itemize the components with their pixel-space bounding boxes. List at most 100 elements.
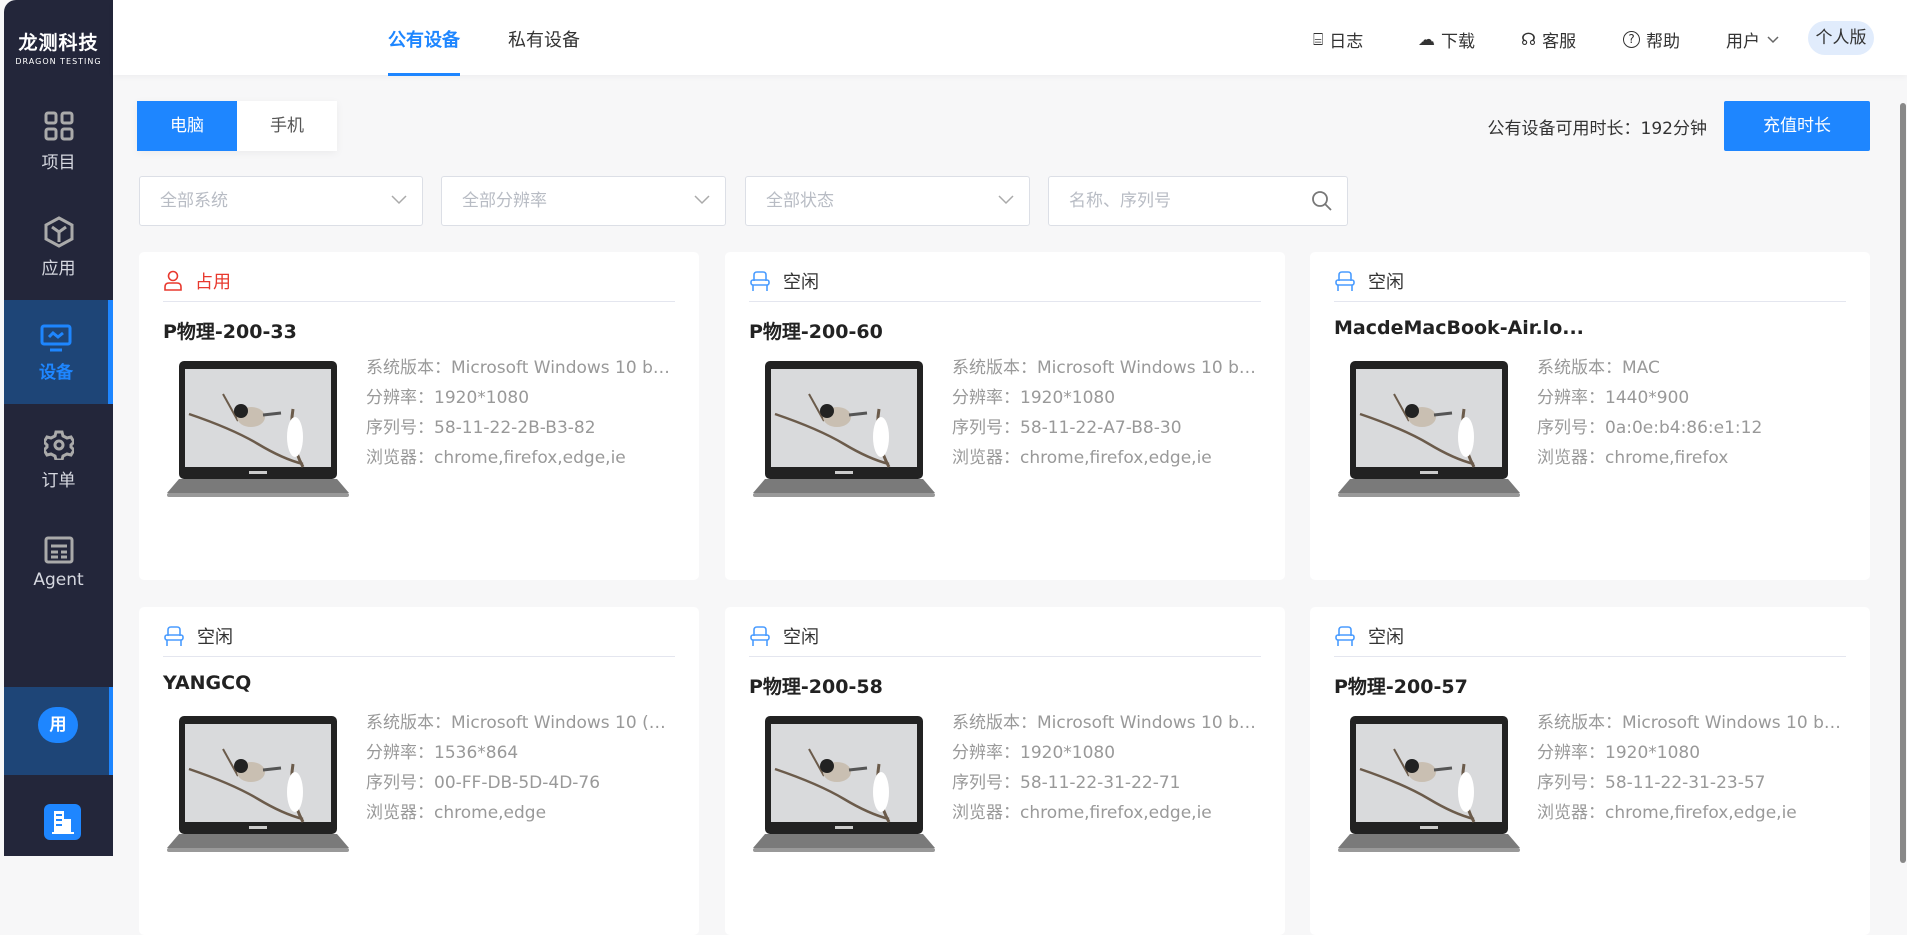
info-os: 系统版本：Microsoft Windows 10 buil...	[952, 708, 1261, 738]
device-name: P物理-200-58	[749, 676, 883, 698]
status-select-value: 全部状态	[766, 191, 834, 211]
gear-icon	[43, 430, 74, 460]
seat-icon	[750, 271, 770, 291]
info-browser: 浏览器：chrome,firefox,edge,ie	[366, 443, 675, 473]
scrollbar-thumb[interactable]	[1900, 103, 1906, 863]
info-os: 系统版本：Microsoft Windows 10 buil...	[952, 353, 1261, 383]
divider	[1334, 656, 1846, 657]
device-card[interactable]: 空闲 P物理-200-60 系统版本：Microsoft Windows 10 bu…	[725, 252, 1285, 580]
help-icon: ?	[1623, 31, 1640, 48]
info-label: 分辨率：	[366, 743, 434, 763]
info-value: Microsoft Windows 10 buil...	[451, 358, 675, 378]
resolution-select[interactable]: 全部分辨率	[441, 176, 726, 226]
sidebar-item-orders[interactable]: 订单	[4, 430, 113, 534]
document-icon: ⌸	[1313, 29, 1324, 50]
recharge-button[interactable]: 充值时长	[1724, 101, 1870, 151]
service-link[interactable]: ☊ 客服	[1521, 27, 1576, 53]
divider	[163, 301, 675, 302]
device-info: 系统版本：Microsoft Windows 10 (Ho... 分辨率：1536…	[366, 708, 675, 828]
top-header: 公有设备 私有设备 ⌸ 日志 ☁ 下载 ☊ 客服 ? 帮助 用户 个人版	[113, 0, 1907, 76]
device-card[interactable]: 占用 P物理-200-33 系统版本：Microsoft Windows 10 bu…	[139, 252, 699, 580]
headset-icon: ☊	[1521, 29, 1537, 50]
info-value: 1920*1080	[1020, 388, 1116, 408]
info-value: 1536*864	[434, 743, 519, 763]
toggle-pc[interactable]: 电脑	[137, 101, 237, 151]
building-icon[interactable]	[44, 804, 81, 840]
info-os: 系统版本：Microsoft Windows 10 (Ho...	[366, 708, 675, 738]
device-name: P物理-200-33	[163, 321, 297, 343]
device-info: 系统版本：Microsoft Windows 10 buil... 分辨率：192…	[1537, 708, 1846, 828]
user-label: 用户	[1726, 32, 1760, 52]
info-serial: 序列号：00-FF-DB-5D-4D-76	[366, 768, 675, 798]
help-link[interactable]: ? 帮助	[1623, 27, 1680, 52]
info-res: 分辨率：1536*864	[366, 738, 675, 768]
info-value: chrome,firefox,edge,ie	[1020, 448, 1212, 468]
search-icon[interactable]	[1311, 190, 1333, 212]
user-avatar[interactable]: 用	[38, 707, 78, 743]
divider	[749, 301, 1261, 302]
info-value: chrome,firefox,edge,ie	[1020, 803, 1212, 823]
info-label: 系统版本：	[1537, 358, 1622, 378]
edition-badge[interactable]: 个人版	[1808, 21, 1874, 55]
tab-private-devices[interactable]: 私有设备	[508, 26, 580, 52]
download-label: 下载	[1441, 32, 1475, 52]
sidebar-item-label: Agent	[33, 570, 84, 590]
available-time: 公有设备可用时长：192分钟	[1487, 119, 1707, 139]
sidebar-item-label: 项目	[41, 153, 76, 173]
info-label: 系统版本：	[952, 358, 1037, 378]
user-icon	[164, 270, 182, 291]
info-label: 系统版本：	[366, 713, 451, 733]
info-label: 序列号：	[1537, 773, 1605, 793]
laptop-image	[1334, 714, 1524, 854]
device-card[interactable]: 空闲 YANGCQ 系统版本：Microsoft Windows 10 (Ho...…	[139, 607, 699, 935]
status-select[interactable]: 全部状态	[745, 176, 1030, 226]
device-card[interactable]: 空闲 P物理-200-58 系统版本：Microsoft Windows 10 bu…	[725, 607, 1285, 935]
device-card[interactable]: 空闲 MacdeMacBook-Air.lo... 系统版本：MAC 分辨率：1440…	[1310, 252, 1870, 580]
os-select[interactable]: 全部系统	[139, 176, 423, 226]
device-info: 系统版本：Microsoft Windows 10 buil... 分辨率：192…	[366, 353, 675, 473]
info-label: 系统版本：	[1537, 713, 1622, 733]
info-res: 分辨率：1920*1080	[1537, 738, 1846, 768]
info-value: chrome,edge	[434, 803, 547, 823]
cube-icon	[44, 216, 73, 248]
divider	[163, 656, 675, 657]
info-value: Microsoft Windows 10 buil...	[1037, 713, 1261, 733]
info-value: 58-11-22-31-23-57	[1605, 773, 1766, 793]
info-label: 浏览器：	[952, 448, 1020, 468]
chevron-down-icon	[694, 195, 710, 205]
search-placeholder: 名称、序列号	[1069, 191, 1171, 211]
info-value: 1920*1080	[1605, 743, 1701, 763]
sidebar-item-agent[interactable]: Agent	[4, 536, 113, 640]
download-link[interactable]: ☁ 下载	[1418, 27, 1475, 53]
device-info: 系统版本：Microsoft Windows 10 buil... 分辨率：192…	[952, 708, 1261, 828]
toggle-mobile[interactable]: 手机	[237, 101, 337, 151]
divider	[1334, 301, 1846, 302]
device-status: 空闲	[749, 623, 819, 649]
seat-icon	[164, 626, 184, 646]
device-status: 空闲	[749, 268, 819, 294]
device-name: P物理-200-60	[749, 321, 883, 343]
device-status: 空闲	[1334, 268, 1404, 294]
sidebar-item-devices[interactable]: 设备	[4, 300, 113, 404]
info-value: Microsoft Windows 10 buil...	[1622, 713, 1846, 733]
info-value: 1440*900	[1605, 388, 1690, 408]
divider	[749, 656, 1261, 657]
sidebar: 龙测科技 DRAGON TESTING 项目 应用 设备 订单 Agent 用	[4, 0, 113, 856]
info-value: chrome,firefox,edge,ie	[434, 448, 626, 468]
user-menu[interactable]: 用	[4, 687, 113, 775]
sidebar-item-projects[interactable]: 项目	[4, 110, 113, 214]
scrollbar[interactable]	[1899, 83, 1907, 863]
info-label: 序列号：	[952, 418, 1020, 438]
chevron-down-icon	[998, 195, 1014, 205]
info-value: 58-11-22-2B-B3-82	[434, 418, 596, 438]
info-browser: 浏览器：chrome,edge	[366, 798, 675, 828]
tab-public-devices[interactable]: 公有设备	[388, 26, 460, 76]
device-name: MacdeMacBook-Air.lo...	[1334, 317, 1584, 339]
device-card[interactable]: 空闲 P物理-200-57 系统版本：Microsoft Windows 10 bu…	[1310, 607, 1870, 935]
log-link[interactable]: ⌸ 日志	[1313, 27, 1363, 53]
logo-cn: 龙测科技	[18, 32, 99, 54]
search-input[interactable]: 名称、序列号	[1048, 176, 1348, 226]
user-dropdown[interactable]: 用户	[1726, 27, 1780, 52]
info-value: MAC	[1622, 358, 1660, 378]
info-browser: 浏览器：chrome,firefox	[1537, 443, 1846, 473]
